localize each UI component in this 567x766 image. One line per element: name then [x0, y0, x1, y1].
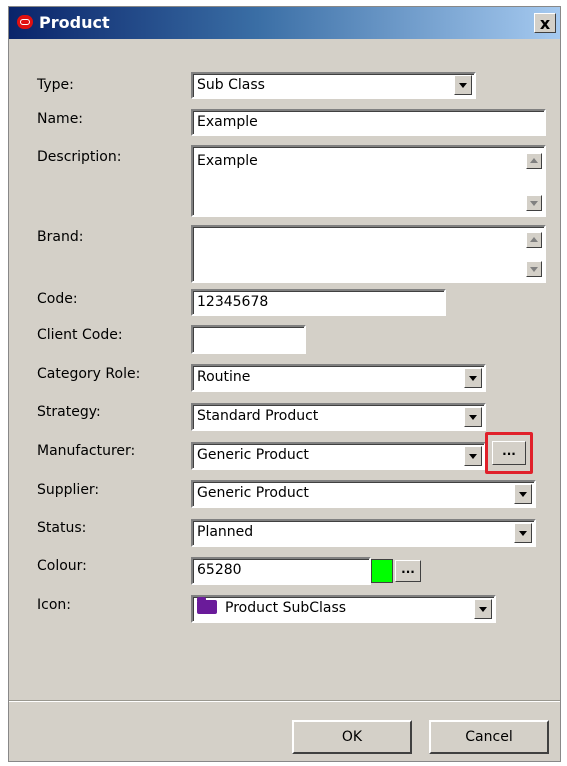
status-dropdown-arrow-icon[interactable] — [514, 523, 532, 543]
folder-icon — [197, 597, 217, 614]
description-label: Description: — [37, 149, 122, 165]
window-title: Product — [39, 13, 110, 32]
status-select[interactable]: Planned — [191, 519, 536, 547]
manufacturer-select[interactable]: Generic Product — [191, 442, 486, 470]
footer-separator — [9, 700, 560, 702]
colour-input[interactable]: 65280 — [191, 557, 371, 585]
client-code-label: Client Code: — [37, 327, 123, 343]
category-role-select[interactable]: Routine — [191, 364, 486, 392]
code-input[interactable]: 12345678 — [191, 289, 446, 316]
type-dropdown-arrow-icon[interactable] — [454, 75, 472, 95]
name-label: Name: — [37, 111, 84, 127]
supplier-dropdown-arrow-icon[interactable] — [514, 484, 532, 504]
name-input[interactable]: Example — [191, 109, 546, 136]
icon-dropdown-arrow-icon[interactable] — [474, 599, 492, 619]
manufacturer-label: Manufacturer: — [37, 443, 136, 459]
icon-label: Icon: — [37, 597, 71, 613]
brand-textarea[interactable] — [191, 225, 546, 283]
description-textarea[interactable]: Example — [191, 145, 546, 217]
colour-swatch — [371, 559, 393, 583]
icon-select-value: Product SubClass — [225, 600, 347, 616]
title-bar: Product x — [9, 7, 560, 39]
client-code-input[interactable] — [191, 325, 306, 354]
icon-select[interactable]: Product SubClass — [191, 595, 496, 623]
strategy-select[interactable]: Standard Product — [191, 403, 486, 431]
manufacturer-dropdown-arrow-icon[interactable] — [464, 446, 482, 466]
description-scroll-up-icon[interactable] — [526, 153, 542, 169]
brand-label: Brand: — [37, 229, 84, 245]
product-dialog: Product x Type: Sub Class Name: Example … — [8, 6, 561, 762]
supplier-label: Supplier: — [37, 482, 100, 498]
category-role-dropdown-arrow-icon[interactable] — [464, 368, 482, 388]
ok-button[interactable]: OK — [292, 720, 412, 754]
oracle-logo-icon — [17, 15, 33, 29]
type-label: Type: — [37, 77, 74, 93]
colour-browse-button[interactable]: ... — [395, 560, 421, 582]
status-label: Status: — [37, 520, 87, 536]
brand-scroll-up-icon[interactable] — [526, 232, 542, 248]
description-scroll-down-icon[interactable] — [526, 195, 542, 211]
code-label: Code: — [37, 291, 78, 307]
strategy-label: Strategy: — [37, 404, 101, 420]
brand-scroll-down-icon[interactable] — [526, 261, 542, 277]
category-role-label: Category Role: — [37, 366, 141, 382]
colour-label: Colour: — [37, 558, 87, 574]
supplier-select[interactable]: Generic Product — [191, 480, 536, 508]
type-select[interactable]: Sub Class — [191, 72, 476, 99]
manufacturer-browse-button[interactable]: ... — [492, 441, 526, 465]
cancel-button[interactable]: Cancel — [429, 720, 549, 754]
close-button[interactable]: x — [534, 13, 556, 33]
strategy-dropdown-arrow-icon[interactable] — [464, 407, 482, 427]
